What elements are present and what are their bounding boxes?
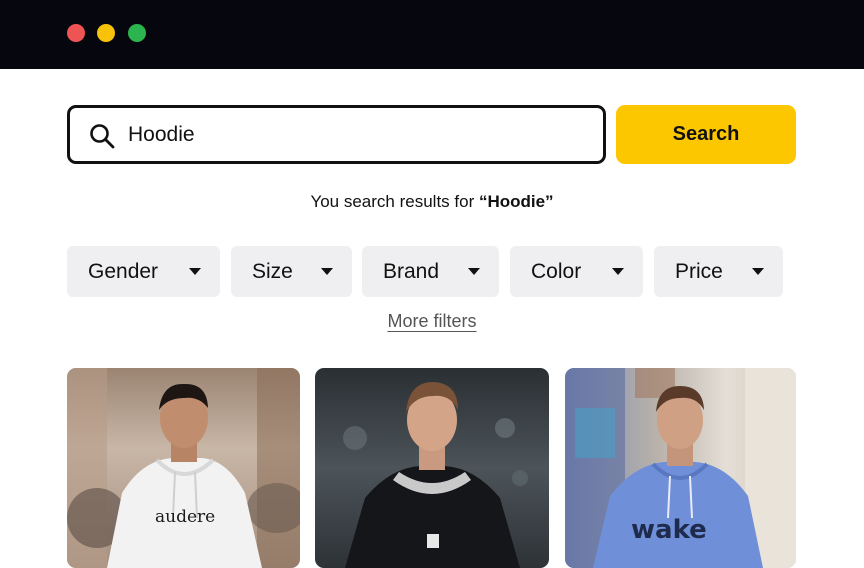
search-box[interactable]: [67, 105, 606, 164]
search-icon: [90, 124, 115, 149]
product-photo: [343, 382, 528, 568]
minimize-window-button[interactable]: [97, 24, 115, 42]
filter-label: Size: [252, 260, 293, 283]
filter-gender-dropdown[interactable]: Gender: [67, 246, 220, 297]
filter-label: Gender: [88, 260, 159, 283]
more-filters-link[interactable]: More filters: [0, 311, 864, 332]
filter-brand-dropdown[interactable]: Brand: [362, 246, 499, 297]
filter-price-dropdown[interactable]: Price: [654, 246, 783, 297]
hoodie-print: wake: [631, 515, 707, 545]
filter-label: Price: [675, 260, 723, 283]
product-card[interactable]: audere: [67, 368, 300, 568]
caret-down-icon: [752, 268, 764, 275]
results-query: “Hoodie”: [478, 192, 554, 211]
filter-label: Brand: [383, 260, 440, 283]
results-caption-text: You search results for: [310, 192, 479, 211]
hoodie-print: audere: [155, 507, 215, 527]
maximize-window-button[interactable]: [128, 24, 146, 42]
close-window-button[interactable]: [67, 24, 85, 42]
product-photo: wake: [565, 368, 796, 568]
filter-color-dropdown[interactable]: Color: [510, 246, 643, 297]
caret-down-icon: [189, 268, 201, 275]
caret-down-icon: [321, 268, 333, 275]
window-titlebar: [0, 0, 864, 69]
caret-down-icon: [468, 268, 480, 275]
search-input[interactable]: [128, 108, 588, 161]
product-card[interactable]: wake: [565, 368, 796, 568]
search-button[interactable]: Search: [616, 105, 796, 164]
product-card[interactable]: [315, 368, 549, 568]
filter-size-dropdown[interactable]: Size: [231, 246, 352, 297]
product-photo: audere: [67, 368, 300, 568]
results-caption: You search results for “Hoodie”: [0, 192, 864, 212]
caret-down-icon: [612, 268, 624, 275]
filter-label: Color: [531, 260, 582, 283]
